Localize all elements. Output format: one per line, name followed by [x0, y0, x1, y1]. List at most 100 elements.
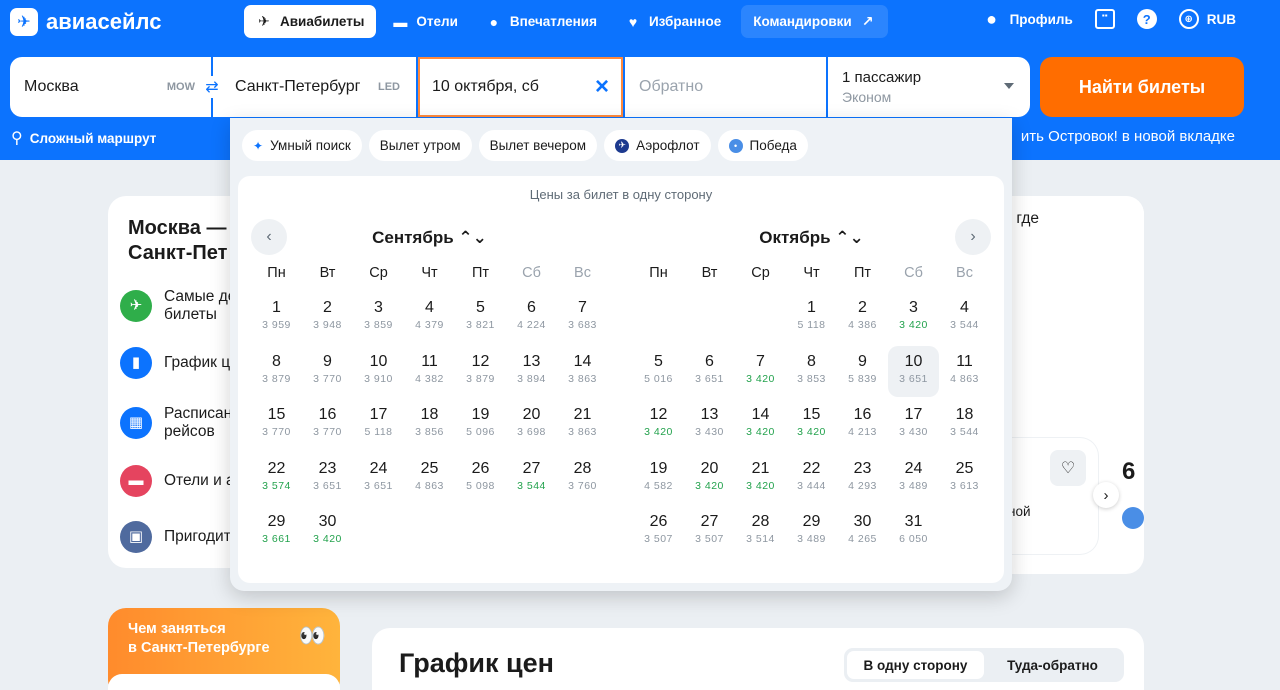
calendar-day[interactable]: 20 3 420 [684, 453, 735, 504]
month-title[interactable]: Октябрь ⌃⌄ [633, 228, 990, 248]
chevron-right-icon[interactable]: › [1093, 482, 1119, 508]
calendar-day[interactable]: 23 3 651 [302, 453, 353, 504]
swap-icon[interactable]: ⇄ [202, 76, 222, 98]
profile-link[interactable]: ● Профиль [982, 9, 1073, 29]
logo[interactable]: ✈ авиасейлс [10, 8, 161, 36]
toggle-one-way[interactable]: В одну сторону [847, 651, 984, 679]
calendar-day[interactable]: 23 4 293 [837, 453, 888, 504]
complex-route-link[interactable]: ⚲ Сложный маршрут [11, 128, 156, 148]
toggle-round-trip[interactable]: Туда-обратно [984, 651, 1121, 679]
calendar-day[interactable]: 24 3 489 [888, 453, 939, 504]
calendar-day[interactable]: 16 4 213 [837, 399, 888, 450]
calendar-day[interactable]: 17 3 430 [888, 399, 939, 450]
calendar-day[interactable]: 22 3 444 [786, 453, 837, 504]
calendar-day[interactable]: 29 3 661 [251, 506, 302, 557]
chip-smart-search[interactable]: ✦ Умный поиск [242, 130, 362, 161]
city-promo-card[interactable]: Чем заняться в Санкт-Петербурге 👀 [108, 608, 340, 690]
tab-label: Впечатления [509, 14, 597, 29]
side-item-label: Отели и а [164, 472, 235, 489]
chip-evening-departure[interactable]: Вылет вечером [478, 130, 598, 161]
destination-field[interactable]: Санкт-Петербург LED [213, 57, 418, 117]
currency-selector[interactable]: ⊕ RUB [1178, 9, 1236, 29]
help-button[interactable]: ? [1136, 9, 1157, 29]
tab-business-trips[interactable]: Командировки ↗ [741, 5, 888, 38]
passengers-field[interactable]: 1 пассажир Эконом [828, 57, 1030, 117]
calendar-day[interactable]: 8 3 853 [786, 346, 837, 397]
calendar-day[interactable]: 1 3 959 [251, 292, 302, 343]
tab-favorites[interactable]: ♥ Избранное [613, 5, 733, 38]
calendar-day[interactable]: 26 3 507 [633, 506, 684, 557]
chip-aeroflot[interactable]: ✈ Аэрофлот [604, 130, 711, 161]
calendar-day[interactable]: 9 5 839 [837, 346, 888, 397]
calendar-day[interactable]: 18 3 856 [404, 399, 455, 450]
calendar-day[interactable]: 2 3 948 [302, 292, 353, 343]
calendar-day[interactable]: 25 3 613 [939, 453, 990, 504]
chip-morning-departure[interactable]: Вылет утром [368, 130, 472, 161]
calendar-day[interactable]: 3 3 420 [888, 292, 939, 343]
depart-date-field[interactable]: 10 октября, сб × [418, 57, 623, 117]
side-item-best-tickets[interactable]: ✈ Самые де билеты [120, 288, 236, 324]
calendar-day[interactable]: 21 3 863 [557, 399, 608, 450]
side-item-price-chart[interactable]: ▮ График ц [120, 347, 230, 379]
calendar-day[interactable]: 25 4 863 [404, 453, 455, 504]
calendar-day[interactable]: 31 6 050 [888, 506, 939, 557]
calendar-day[interactable]: 24 3 651 [353, 453, 404, 504]
calendar-day[interactable]: 17 5 118 [353, 399, 404, 450]
calendar-day[interactable]: 7 3 683 [557, 292, 608, 343]
calendar-day[interactable]: 13 3 894 [506, 346, 557, 397]
calendar-day[interactable]: 9 3 770 [302, 346, 353, 397]
ostrovok-checkbox-label[interactable]: ить Островок! в новой вкладке [1021, 128, 1235, 145]
calendar-day[interactable]: 27 3 507 [684, 506, 735, 557]
calendar-day[interactable]: 19 5 096 [455, 399, 506, 450]
calendar-day-selected[interactable]: 10 3 651 [888, 345, 939, 397]
calendar-day[interactable]: 2 4 386 [837, 292, 888, 343]
calendar-day[interactable]: 19 4 582 [633, 453, 684, 504]
calendar-day[interactable]: 30 3 420 [302, 506, 353, 557]
accessibility-button[interactable]: ▪▪ [1094, 9, 1115, 29]
calendar-day[interactable]: 27 3 544 [506, 453, 557, 504]
calendar-day[interactable]: 20 3 698 [506, 399, 557, 450]
calendar-day[interactable]: 26 5 098 [455, 453, 506, 504]
calendar-day[interactable]: 6 3 651 [684, 346, 735, 397]
calendar-day[interactable]: 12 3 879 [455, 346, 506, 397]
calendar-day[interactable]: 14 3 863 [557, 346, 608, 397]
calendar-day[interactable]: 28 3 760 [557, 453, 608, 504]
calendar-day[interactable]: 7 3 420 [735, 346, 786, 397]
calendar-day[interactable]: 28 3 514 [735, 506, 786, 557]
calendar-day[interactable]: 1 5 118 [786, 292, 837, 343]
calendar-day[interactable]: 5 5 016 [633, 346, 684, 397]
calendar-day[interactable]: 6 4 224 [506, 292, 557, 343]
calendar-day[interactable]: 15 3 420 [786, 399, 837, 450]
calendar-day[interactable]: 8 3 879 [251, 346, 302, 397]
tab-experiences[interactable]: ● Впечатления [474, 5, 609, 38]
origin-field[interactable]: Москва MOW ⇄ [10, 57, 222, 117]
calendar-day[interactable]: 12 3 420 [633, 399, 684, 450]
find-tickets-button[interactable]: Найти билеты [1040, 57, 1244, 117]
calendar-day[interactable]: 3 3 859 [353, 292, 404, 343]
calendar-day[interactable]: 22 3 574 [251, 453, 302, 504]
chip-pobeda[interactable]: • Победа [717, 130, 808, 161]
calendar-day[interactable]: 16 3 770 [302, 399, 353, 450]
calendar-day[interactable]: 15 3 770 [251, 399, 302, 450]
side-item-hotels[interactable]: ▬ Отели и а [120, 465, 235, 497]
calendar-day[interactable]: 29 3 489 [786, 506, 837, 557]
calendar-day[interactable]: 21 3 420 [735, 453, 786, 504]
favorite-heart-icon[interactable]: ♡ [1050, 450, 1086, 486]
calendar-day[interactable]: 11 4 382 [404, 346, 455, 397]
calendar-day[interactable]: 4 3 544 [939, 292, 990, 343]
calendar-day[interactable]: 11 4 863 [939, 346, 990, 397]
calendar-day[interactable]: 30 4 265 [837, 506, 888, 557]
return-date-field[interactable]: Обратно [623, 57, 828, 117]
calendar-day[interactable]: 14 3 420 [735, 399, 786, 450]
calendar-day[interactable]: 13 3 430 [684, 399, 735, 450]
calendar-day[interactable]: 18 3 544 [939, 399, 990, 450]
calendar-day[interactable]: 10 3 910 [353, 346, 404, 397]
calendar-day[interactable]: 5 3 821 [455, 292, 506, 343]
tab-flights[interactable]: ✈ Авиабилеты [244, 5, 377, 38]
tab-hotels[interactable]: ▬ Отели [380, 5, 470, 38]
month-title[interactable]: Сентябрь ⌃⌄ [251, 228, 608, 248]
side-item-useful[interactable]: ▣ Пригодит [120, 521, 231, 553]
clear-date-icon[interactable]: × [595, 75, 609, 99]
calendar-day[interactable]: 4 4 379 [404, 292, 455, 343]
side-item-schedule[interactable]: ▦ Расписан рейсов [120, 405, 232, 441]
